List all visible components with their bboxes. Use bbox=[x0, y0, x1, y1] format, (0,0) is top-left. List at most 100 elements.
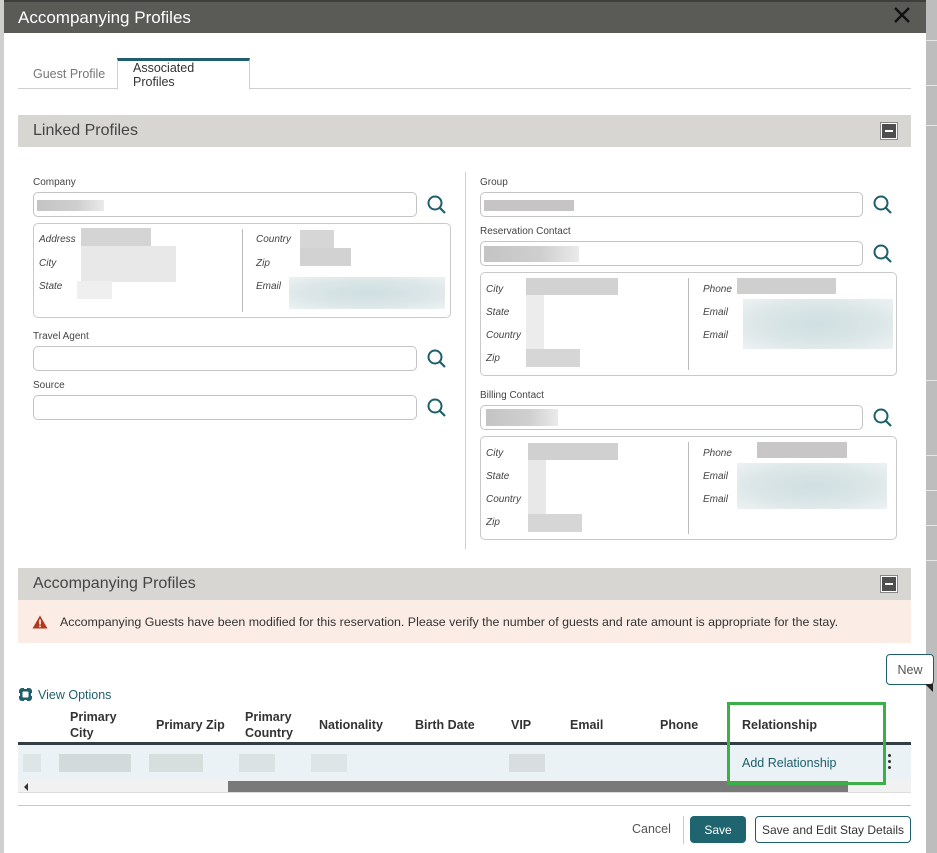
column-header-vip[interactable]: VIP bbox=[511, 717, 531, 733]
vip-cell-redacted bbox=[509, 754, 545, 772]
reservation-contact-email-redacted bbox=[743, 299, 893, 349]
group-search-icon[interactable] bbox=[872, 194, 894, 216]
reservation-contact-details-card: City State Country Zip Phone Email Email bbox=[480, 272, 897, 376]
travel-agent-label: Travel Agent bbox=[33, 331, 89, 342]
billing-contact-email2-label: Email bbox=[703, 494, 729, 505]
accompanying-profiles-dialog: Accompanying Profiles Guest Profile Asso… bbox=[4, 0, 926, 853]
column-header-primary-city[interactable]: Primary City bbox=[70, 709, 117, 741]
accompanying-profiles-header: Accompanying Profiles bbox=[18, 568, 911, 600]
primary-country-cell-redacted bbox=[239, 754, 275, 772]
company-label: Company bbox=[33, 177, 76, 188]
cancel-button[interactable]: Cancel bbox=[632, 822, 671, 836]
column-divider bbox=[465, 172, 466, 549]
column-header-relationship[interactable]: Relationship bbox=[742, 717, 817, 733]
background-page-right bbox=[925, 0, 937, 853]
column-header-primary-country[interactable]: Primary Country bbox=[245, 709, 293, 741]
company-email-label: Email bbox=[256, 281, 282, 292]
scrollbar-thumb[interactable] bbox=[228, 781, 848, 792]
reservation-contact-city-label: City bbox=[486, 284, 504, 295]
tab-associated-profiles[interactable]: Associated Profiles bbox=[117, 58, 250, 90]
reservation-contact-value-redacted bbox=[484, 246, 579, 262]
column-header-email[interactable]: Email bbox=[570, 717, 603, 733]
save-and-edit-stay-details-button[interactable]: Save and Edit Stay Details bbox=[755, 816, 911, 843]
company-details-card: Address City State Country Zip Email bbox=[33, 223, 451, 318]
reservation-contact-input[interactable] bbox=[480, 241, 863, 266]
nationality-cell-redacted bbox=[311, 754, 347, 772]
company-city-label: City bbox=[39, 258, 57, 269]
company-zip-label: Zip bbox=[256, 258, 270, 269]
column-header-nationality[interactable]: Nationality bbox=[319, 717, 383, 733]
group-value-redacted bbox=[484, 200, 574, 211]
reservation-contact-email2-label: Email bbox=[703, 330, 729, 341]
primary-zip-cell-redacted bbox=[149, 754, 203, 772]
reservation-contact-phone-label: Phone bbox=[703, 284, 732, 295]
billing-contact-input[interactable] bbox=[480, 405, 863, 430]
billing-contact-city-redacted bbox=[528, 443, 618, 460]
source-search-icon[interactable] bbox=[426, 397, 448, 419]
reservation-contact-zip-label: Zip bbox=[486, 353, 500, 364]
linked-profiles-header: Linked Profiles bbox=[18, 115, 911, 147]
billing-contact-email-redacted bbox=[737, 463, 887, 509]
company-search-icon[interactable] bbox=[426, 194, 448, 216]
linked-profiles-collapse-button[interactable] bbox=[880, 122, 898, 140]
column-header-phone[interactable]: Phone bbox=[660, 717, 698, 733]
footer-separator bbox=[683, 816, 684, 844]
tab-guest-profile[interactable]: Guest Profile bbox=[18, 58, 120, 89]
dialog-titlebar: Accompanying Profiles bbox=[4, 0, 926, 33]
group-input[interactable] bbox=[480, 192, 863, 217]
reservation-contact-country-label: Country bbox=[486, 330, 522, 341]
view-options-link[interactable]: View Options bbox=[18, 687, 111, 702]
dialog-title: Accompanying Profiles bbox=[18, 7, 191, 27]
billing-contact-search-icon[interactable] bbox=[872, 407, 894, 429]
billing-contact-zip-redacted bbox=[528, 514, 582, 532]
row-actions-menu[interactable] bbox=[886, 752, 892, 774]
close-icon bbox=[894, 7, 910, 23]
warning-banner: Accompanying Guests have been modified f… bbox=[18, 600, 911, 643]
column-header-primary-zip[interactable]: Primary Zip bbox=[156, 717, 225, 733]
profile-tabs: Guest Profile Associated Profiles bbox=[18, 58, 911, 90]
new-accompanying-profile-button[interactable]: New bbox=[886, 654, 934, 685]
cell-redacted bbox=[23, 754, 41, 772]
horizontal-scrollbar[interactable] bbox=[18, 780, 911, 793]
travel-agent-input[interactable] bbox=[33, 346, 417, 371]
primary-city-cell-redacted bbox=[59, 754, 131, 772]
billing-contact-email-label: Email bbox=[703, 471, 729, 482]
reservation-contact-search-icon[interactable] bbox=[872, 243, 894, 265]
billing-contact-phone-redacted bbox=[757, 442, 847, 458]
warning-triangle-icon bbox=[32, 615, 48, 628]
company-value-redacted bbox=[37, 200, 104, 211]
billing-contact-state-label: State bbox=[486, 471, 510, 482]
company-address-redacted bbox=[81, 228, 151, 246]
source-input[interactable] bbox=[33, 395, 417, 420]
add-relationship-link[interactable]: Add Relationship bbox=[742, 756, 837, 770]
travel-agent-search-icon[interactable] bbox=[426, 348, 448, 370]
company-country-redacted bbox=[300, 230, 334, 248]
company-city-redacted bbox=[81, 246, 176, 282]
save-button[interactable]: Save bbox=[690, 816, 746, 843]
reservation-contact-label: Reservation Contact bbox=[480, 226, 571, 237]
company-state-label: State bbox=[39, 281, 63, 292]
reservation-contact-zip-redacted bbox=[526, 349, 580, 367]
group-label: Group bbox=[480, 177, 508, 188]
company-address-label: Address bbox=[39, 234, 76, 245]
close-button[interactable] bbox=[892, 5, 916, 29]
reservation-contact-phone-redacted bbox=[737, 278, 836, 294]
billing-contact-city-label: City bbox=[486, 448, 504, 459]
scroll-left-arrow-icon[interactable] bbox=[24, 783, 28, 791]
company-state-redacted bbox=[77, 281, 112, 299]
column-header-birth-date[interactable]: Birth Date bbox=[415, 717, 475, 733]
view-options-label: View Options bbox=[38, 687, 112, 702]
accompanying-profiles-collapse-button[interactable] bbox=[880, 575, 898, 593]
billing-contact-state-redacted bbox=[528, 460, 546, 514]
billing-contact-label: Billing Contact bbox=[480, 390, 544, 401]
billing-contact-value-redacted bbox=[486, 409, 558, 426]
company-input[interactable] bbox=[33, 192, 417, 217]
company-email-redacted bbox=[289, 277, 445, 309]
reservation-contact-state-label: State bbox=[486, 307, 510, 318]
new-button-tooltip-tail bbox=[925, 684, 933, 692]
accompanying-profiles-title: Accompanying Profiles bbox=[33, 575, 196, 592]
footer-divider bbox=[18, 805, 911, 806]
reservation-contact-city-redacted bbox=[526, 278, 618, 295]
billing-contact-zip-label: Zip bbox=[486, 517, 500, 528]
gear-icon bbox=[18, 687, 33, 702]
